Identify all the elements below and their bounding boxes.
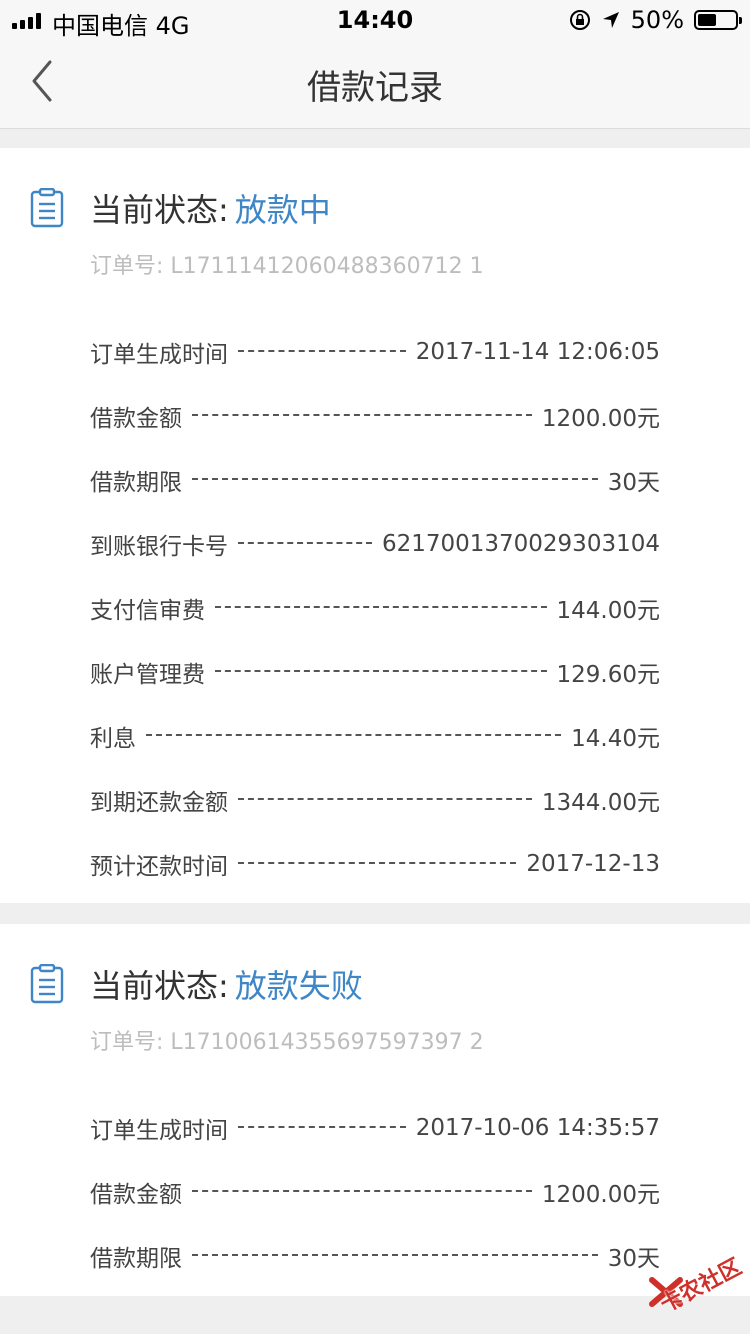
detail-value: 6217001370029303104	[381, 531, 660, 557]
status-label: 当前状态:	[90, 191, 229, 229]
detail-value: 2017-10-06 14:35:57	[415, 1115, 660, 1141]
dashed-leader	[238, 1126, 406, 1128]
status-value: 放款中	[234, 191, 331, 229]
detail-label: 借款期限	[90, 1246, 182, 1272]
detail-label: 借款期限	[90, 470, 182, 496]
detail-list: 订单生成时间 2017-11-14 12:06:05 借款金额 1200.00元借款期…	[90, 320, 660, 896]
detail-row: 订单生成时间 2017-10-06 14:35:57	[90, 1096, 660, 1160]
detail-label: 借款金额	[90, 1182, 182, 1208]
detail-value: 129.60元	[556, 662, 660, 688]
watermark-text: 卡农社区	[656, 1254, 746, 1318]
detail-label: 到账银行卡号	[90, 534, 228, 560]
status-bar: 中国电信 4G 14:40 50%	[0, 0, 750, 40]
dashed-leader	[192, 478, 598, 480]
order-number: 订单号: L17111412060488360712 1	[90, 254, 484, 279]
status-value: 放款失败	[234, 967, 363, 1005]
detail-label: 借款金额	[90, 406, 182, 432]
detail-value: 1344.00元	[541, 790, 660, 816]
detail-label: 账户管理费	[90, 662, 205, 688]
page-title: 借款记录	[307, 68, 443, 108]
dashed-leader	[238, 542, 372, 544]
watermark-logo: 卡农社区	[644, 1238, 746, 1328]
clipboard-icon	[30, 964, 64, 1004]
detail-value: 14.40元	[571, 726, 660, 752]
detail-value: 1200.00元	[541, 1182, 660, 1208]
orientation-lock-icon	[569, 10, 590, 30]
status-row: 当前状态: 放款失败	[30, 962, 363, 1006]
loan-record-card: 当前状态: 放款中 订单号: L17111412060488360712 1 订…	[0, 148, 750, 903]
clipboard-icon	[30, 188, 64, 228]
battery-icon	[694, 10, 742, 30]
detail-value: 2017-12-13	[526, 851, 660, 877]
battery-percent: 50%	[630, 6, 684, 34]
detail-row: 借款金额 1200.00元	[90, 1160, 660, 1224]
detail-row: 账户管理费 129.60元	[90, 640, 660, 704]
detail-row: 借款期限 30天	[90, 448, 660, 512]
detail-list: 订单生成时间 2017-10-06 14:35:57 借款金额 1200.00元借款期…	[90, 1096, 660, 1288]
detail-row: 到账银行卡号 6217001370029303104	[90, 512, 660, 576]
dashed-leader	[192, 414, 532, 416]
detail-row: 订单生成时间 2017-11-14 12:06:05	[90, 320, 660, 384]
detail-label: 利息	[90, 726, 136, 752]
dashed-leader	[238, 350, 406, 352]
detail-row: 利息 14.40元	[90, 704, 660, 768]
detail-label: 预计还款时间	[90, 854, 228, 880]
detail-row: 支付信审费 144.00元	[90, 576, 660, 640]
dashed-leader	[238, 862, 517, 864]
order-number: 订单号: L17100614355697597397 2	[90, 1030, 484, 1055]
dashed-leader	[238, 798, 532, 800]
status-row: 当前状态: 放款中	[30, 186, 331, 230]
status-label: 当前状态:	[90, 967, 229, 1005]
detail-value: 144.00元	[556, 598, 660, 624]
detail-value: 30天	[607, 470, 660, 496]
detail-row: 到期还款金额 1344.00元	[90, 768, 660, 832]
dashed-leader	[192, 1190, 532, 1192]
detail-row: 借款期限 30天	[90, 1224, 660, 1288]
loan-record-card: 当前状态: 放款失败 订单号: L17100614355697597397 2 …	[0, 924, 750, 1296]
dashed-leader	[215, 670, 547, 672]
detail-label: 支付信审费	[90, 598, 205, 624]
dashed-leader	[146, 734, 562, 736]
detail-row: 借款金额 1200.00元	[90, 384, 660, 448]
detail-label: 订单生成时间	[90, 342, 228, 368]
dashed-leader	[215, 606, 547, 608]
detail-label: 订单生成时间	[90, 1118, 228, 1144]
detail-row: 预计还款时间 2017-12-13	[90, 832, 660, 896]
detail-value: 2017-11-14 12:06:05	[415, 339, 660, 365]
dashed-leader	[192, 1254, 598, 1256]
detail-value: 1200.00元	[541, 406, 660, 432]
detail-label: 到期还款金额	[90, 790, 228, 816]
navigation-bar: 借款记录	[0, 40, 750, 129]
location-arrow-icon	[602, 12, 619, 28]
battery-level	[698, 14, 716, 26]
